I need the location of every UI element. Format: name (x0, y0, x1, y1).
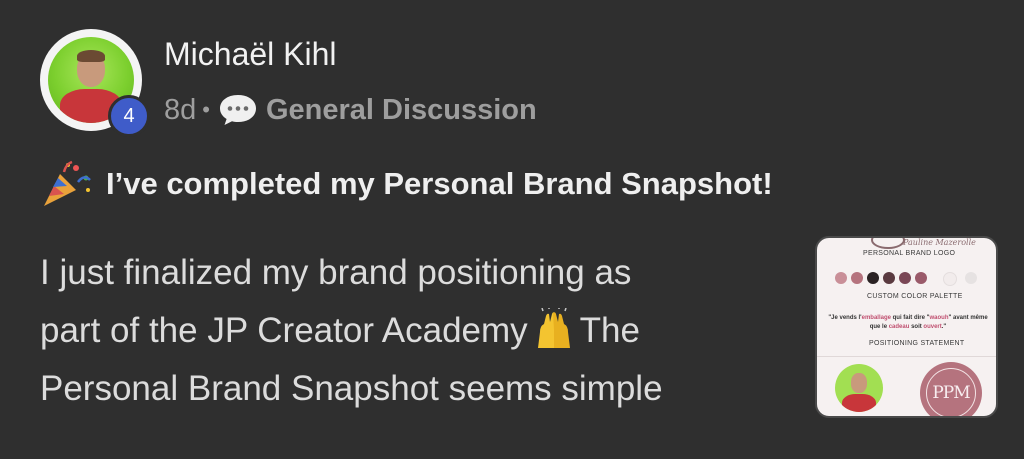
palette-swatch (851, 272, 863, 284)
author-avatar-group[interactable]: 4 (40, 29, 150, 137)
meta-separator: • (202, 97, 210, 122)
thumbnail-script-logo: Pauline Mazerolle (903, 238, 976, 247)
category-link[interactable]: General Discussion (266, 94, 537, 127)
monogram-text: PPM (926, 368, 976, 416)
community-post: 4 Michaël Kihl 8d • General Discussion I… (0, 0, 1024, 459)
thumbnail-positioning-label: POSITIONING STATEMENT (869, 340, 965, 347)
post-title[interactable]: I’ve completed my Personal Brand Snapsho… (40, 160, 773, 208)
post-body-text: part of the JP Creator Academy (40, 311, 528, 350)
thumbnail-divider (817, 356, 996, 357)
thumbnail-avatar (835, 364, 883, 412)
author-name[interactable]: Michaël Kihl (164, 36, 337, 73)
ppm-monogram-logo: PPM (920, 362, 982, 416)
post-body-line: Personal Brand Snapshot seems simple (40, 369, 663, 408)
post-time: 8d (164, 93, 197, 126)
post-body-line: I just finalized my brand positioning as (40, 253, 632, 292)
post-meta: 8d • General Discussion (164, 92, 537, 128)
palette-swatch (867, 272, 879, 284)
level-badge: 4 (108, 95, 150, 137)
palette-swatch (943, 272, 957, 286)
palette-swatch (965, 272, 977, 284)
party-popper-icon (44, 160, 91, 206)
palette-swatch (835, 272, 847, 284)
palette-swatch (899, 272, 911, 284)
post-body[interactable]: I just finalized my brand positioning as… (40, 244, 780, 418)
palette-swatch (915, 272, 927, 284)
thumbnail-quote: "Je vends l'emballage qui fait dire "wao… (828, 315, 988, 330)
post-body-text: The (579, 311, 640, 350)
post-body-line: part of the JP Creator Academy The (40, 302, 780, 360)
thumbnail-logo-mark (871, 238, 905, 249)
palette-swatch (883, 272, 895, 284)
attachment-thumbnail[interactable]: Pauline Mazerolle PERSONAL BRAND LOGO CU… (815, 236, 998, 418)
thumbnail-logo-label: PERSONAL BRAND LOGO (863, 250, 956, 257)
speech-bubble-icon (219, 95, 256, 125)
thumbnail-palette-label: CUSTOM COLOR PALETTE (867, 293, 963, 300)
post-title-text: I’ve completed my Personal Brand Snapsho… (106, 166, 773, 201)
raising-hands-icon (537, 308, 570, 348)
